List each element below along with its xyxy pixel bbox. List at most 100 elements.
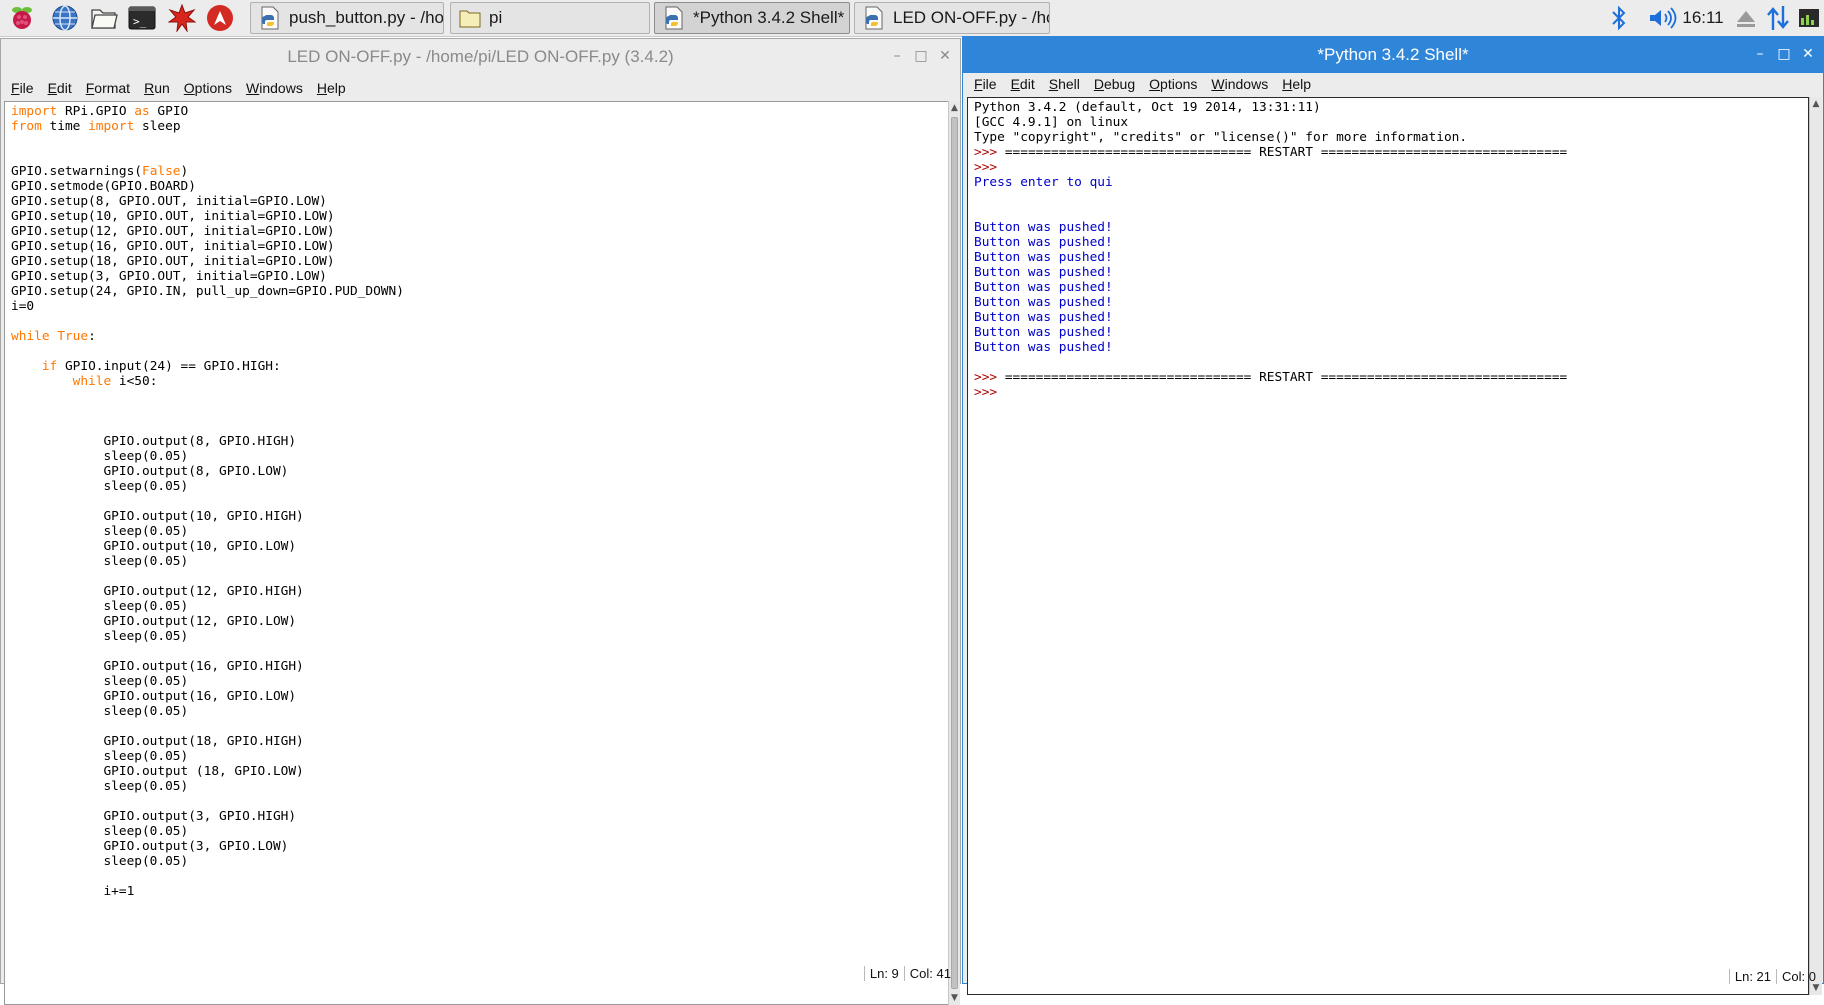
scrollbar-thumb[interactable] bbox=[951, 117, 958, 989]
folder-icon bbox=[457, 5, 483, 31]
task-python-shell[interactable]: *Python 3.4.2 Shell* bbox=[654, 2, 850, 34]
code-line: GPIO.setup(3, GPIO.OUT, initial=GPIO.LOW… bbox=[11, 269, 327, 284]
editor-menubar: File Edit Format Run Options Windows Hel… bbox=[1, 75, 960, 101]
menu-format[interactable]: Format bbox=[79, 80, 137, 96]
task-led-on-off[interactable]: LED ON-OFF.py - /ho... bbox=[854, 2, 1050, 34]
code-line: GPIO.output (18, GPIO.LOW) bbox=[11, 764, 304, 779]
code-line: GPIO.output(3, GPIO.LOW) bbox=[11, 839, 289, 854]
python-file-icon bbox=[257, 5, 283, 31]
minimize-icon[interactable]: – bbox=[1749, 43, 1771, 65]
shell-line: Python 3.4.2 (default, Oct 19 2014, 13:3… bbox=[974, 100, 1321, 115]
menu-file[interactable]: File bbox=[4, 80, 41, 96]
code-line: GPIO.output(16, GPIO.HIGH) bbox=[11, 659, 304, 674]
code-line: GPIO.setup(24, GPIO.IN, pull_up_down=GPI… bbox=[11, 284, 404, 299]
math-kernel-icon[interactable] bbox=[166, 3, 198, 33]
editor-statusbar: Ln: 9 Col: 41 bbox=[863, 963, 956, 983]
wolfram-icon[interactable] bbox=[204, 3, 236, 33]
bluetooth-icon[interactable] bbox=[1606, 3, 1632, 33]
shell-line: >>> bbox=[974, 160, 998, 175]
code-line: import RPi.GPIO as GPIO bbox=[11, 104, 189, 119]
shell-line: >>> ================================ RES… bbox=[974, 145, 1568, 160]
menu-options[interactable]: Options bbox=[1142, 76, 1204, 92]
shell-statusbar: Ln: 21 Col: 0 bbox=[1728, 966, 1821, 986]
menu-file[interactable]: File bbox=[967, 76, 1004, 92]
code-line: i=0 bbox=[11, 299, 35, 314]
editor-text-area[interactable]: import RPi.GPIO as GPIO from time import … bbox=[4, 101, 949, 1005]
code-line: GPIO.setup(10, GPIO.OUT, initial=GPIO.LO… bbox=[11, 209, 335, 224]
code-line: from time import sleep bbox=[11, 119, 181, 134]
editor-vertical-scrollbar[interactable]: ▲ ▼ bbox=[948, 101, 960, 1005]
shell-line: Button was pushed! bbox=[974, 310, 1113, 325]
menu-windows[interactable]: Windows bbox=[1204, 76, 1275, 92]
menu-help[interactable]: Help bbox=[310, 80, 353, 96]
code-line: sleep(0.05) bbox=[11, 704, 189, 719]
shell-menubar: File Edit Shell Debug Options Windows He… bbox=[963, 71, 1823, 97]
maximize-icon[interactable]: □ bbox=[1773, 43, 1795, 65]
shell-line: >>> bbox=[974, 385, 998, 400]
menu-options[interactable]: Options bbox=[177, 80, 239, 96]
scroll-up-arrow-icon[interactable]: ▲ bbox=[949, 101, 960, 115]
raspberry-menu-icon[interactable] bbox=[6, 3, 38, 33]
shell-line: Button was pushed! bbox=[974, 220, 1113, 235]
terminal-icon[interactable]: >_ bbox=[126, 3, 158, 33]
code-line: sleep(0.05) bbox=[11, 749, 189, 764]
code-line: GPIO.output(10, GPIO.HIGH) bbox=[11, 509, 304, 524]
code-line: GPIO.setwarnings(False) bbox=[11, 164, 189, 179]
task-label: *Python 3.4.2 Shell* bbox=[693, 8, 845, 27]
code-line: GPIO.output(16, GPIO.LOW) bbox=[11, 689, 297, 704]
minimize-icon[interactable]: – bbox=[886, 45, 908, 67]
eject-icon[interactable] bbox=[1732, 3, 1760, 33]
file-manager-icon[interactable] bbox=[88, 3, 120, 33]
menu-run[interactable]: Run bbox=[137, 80, 177, 96]
code-line: GPIO.output(10, GPIO.LOW) bbox=[11, 539, 297, 554]
shell-line: Button was pushed! bbox=[974, 250, 1113, 265]
code-line: while True: bbox=[11, 329, 96, 344]
shell-output: Python 3.4.2 (default, Oct 19 2014, 13:3… bbox=[968, 98, 1808, 400]
close-icon[interactable]: ✕ bbox=[1797, 43, 1819, 65]
maximize-icon[interactable]: □ bbox=[910, 45, 932, 67]
menu-debug[interactable]: Debug bbox=[1087, 76, 1142, 92]
menu-windows[interactable]: Windows bbox=[239, 80, 310, 96]
web-browser-icon[interactable] bbox=[49, 3, 81, 33]
code-line: GPIO.setup(12, GPIO.OUT, initial=GPIO.LO… bbox=[11, 224, 335, 239]
shell-line: Type "copyright", "credits" or "license(… bbox=[974, 130, 1468, 145]
clock[interactable]: 16:11 bbox=[1680, 3, 1726, 33]
shell-line: Button was pushed! bbox=[974, 235, 1113, 250]
network-arrows-icon[interactable] bbox=[1764, 3, 1792, 33]
code-line: sleep(0.05) bbox=[11, 854, 189, 869]
cpu-monitor-icon[interactable] bbox=[1796, 3, 1822, 33]
shell-text-area[interactable]: Python 3.4.2 (default, Oct 19 2014, 13:3… bbox=[967, 97, 1809, 995]
code-line: GPIO.setup(18, GPIO.OUT, initial=GPIO.LO… bbox=[11, 254, 335, 269]
code-line: i+=1 bbox=[11, 884, 135, 899]
volume-icon[interactable] bbox=[1646, 3, 1678, 33]
shell-titlebar[interactable]: *Python 3.4.2 Shell* – □ ✕ bbox=[963, 37, 1823, 73]
column-indicator: Col: 0 bbox=[1776, 968, 1821, 984]
menu-edit[interactable]: Edit bbox=[1004, 76, 1042, 92]
code-line: sleep(0.05) bbox=[11, 779, 189, 794]
task-push-button[interactable]: push_button.py - /ho... bbox=[250, 2, 444, 34]
close-icon[interactable]: ✕ bbox=[934, 45, 956, 67]
scroll-up-arrow-icon[interactable]: ▲ bbox=[1810, 97, 1822, 111]
shell-vertical-scrollbar[interactable]: ▲ ▼ bbox=[1809, 97, 1822, 995]
editor-titlebar[interactable]: LED ON-OFF.py - /home/pi/LED ON-OFF.py (… bbox=[1, 39, 960, 75]
menu-help[interactable]: Help bbox=[1275, 76, 1318, 92]
python-file-icon bbox=[661, 5, 687, 31]
scroll-down-arrow-icon[interactable]: ▼ bbox=[949, 991, 960, 1005]
shell-line: Press enter to qui bbox=[974, 175, 1113, 190]
menu-shell[interactable]: Shell bbox=[1042, 76, 1087, 92]
task-pi-folder[interactable]: pi bbox=[450, 2, 650, 34]
shell-line: Button was pushed! bbox=[974, 280, 1113, 295]
code-line: sleep(0.05) bbox=[11, 629, 189, 644]
menu-edit[interactable]: Edit bbox=[41, 80, 79, 96]
